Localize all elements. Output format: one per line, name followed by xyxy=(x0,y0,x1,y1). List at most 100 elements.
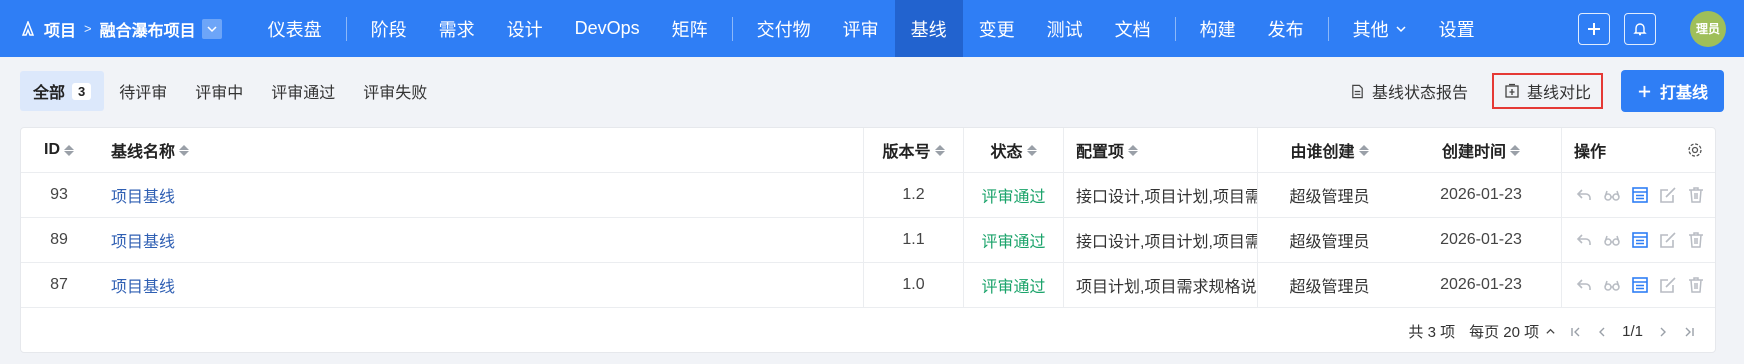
last-page-icon[interactable] xyxy=(1683,326,1695,338)
glasses-icon[interactable] xyxy=(1602,275,1622,295)
nav-other[interactable]: 其他 xyxy=(1337,0,1423,57)
glasses-icon[interactable] xyxy=(1602,230,1622,250)
status-badge: 评审通过 xyxy=(963,263,1063,307)
document-icon xyxy=(1352,84,1363,98)
nav-baseline[interactable]: 基线 xyxy=(894,0,963,57)
nav-settings[interactable]: 设置 xyxy=(1423,0,1491,57)
baseline-table: ID 基线名称 版本号 状态 配置项 由谁创建 创建时间 操作 93 项目基线 … xyxy=(20,127,1716,353)
page-size-select[interactable]: 每页 20 项 xyxy=(1469,321,1556,342)
nav-build[interactable]: 构建 xyxy=(1184,0,1252,57)
sort-icon xyxy=(64,144,74,156)
nav-test[interactable]: 测试 xyxy=(1031,0,1099,57)
row-actions xyxy=(1574,185,1706,205)
sort-icon xyxy=(1026,144,1037,156)
trash-icon[interactable] xyxy=(1686,230,1706,250)
nav-release[interactable]: 发布 xyxy=(1252,0,1320,57)
nav-matrix[interactable]: 矩阵 xyxy=(656,0,724,57)
row-actions xyxy=(1574,230,1706,250)
header-name[interactable]: 基线名称 xyxy=(97,128,863,172)
create-baseline-button[interactable]: 打基线 xyxy=(1620,70,1724,112)
chevron-up-icon xyxy=(1546,328,1555,334)
tab-pending-review[interactable]: 待评审 xyxy=(106,71,180,111)
tab-review-passed[interactable]: 评审通过 xyxy=(258,71,348,111)
header-config[interactable]: 配置项 xyxy=(1063,128,1257,172)
nav-requirements[interactable]: 需求 xyxy=(423,0,491,57)
notification-button[interactable] xyxy=(1624,12,1656,45)
project-icon xyxy=(20,20,38,38)
breadcrumb-root[interactable]: 项目 xyxy=(44,17,76,41)
page-size-label: 每页 20 项 xyxy=(1469,324,1540,341)
nav-dashboard[interactable]: 仪表盘 xyxy=(252,0,338,57)
avatar[interactable]: 理员 xyxy=(1690,10,1726,47)
nav-divider xyxy=(345,16,347,41)
status-filter-tabs: 全部 3 待评审 评审中 评审通过 评审失败 xyxy=(20,71,440,111)
sort-icon xyxy=(179,144,190,156)
sort-icon xyxy=(1510,144,1520,156)
next-page-icon[interactable] xyxy=(1657,326,1669,338)
baseline-name-link[interactable]: 项目基线 xyxy=(111,183,175,207)
edit-icon[interactable] xyxy=(1658,185,1678,205)
first-page-icon[interactable] xyxy=(1570,326,1582,338)
create-button[interactable] xyxy=(1578,12,1610,45)
nav-deliverables[interactable]: 交付物 xyxy=(741,0,827,57)
table-row[interactable]: 89 项目基线 1.1 评审通过 接口设计,项目计划,项目需 超级管理员 202… xyxy=(21,218,1715,263)
cell-config: 项目计划,项目需求规格说 xyxy=(1063,263,1257,307)
tab-review-failed[interactable]: 评审失败 xyxy=(350,71,440,111)
cell-id: 93 xyxy=(50,186,68,203)
status-badge: 评审通过 xyxy=(963,173,1063,217)
table-row[interactable]: 87 项目基线 1.0 评审通过 项目计划,项目需求规格说 超级管理员 2026… xyxy=(21,263,1715,308)
list-icon[interactable] xyxy=(1630,275,1650,295)
cell-time: 2026-01-23 xyxy=(1440,276,1522,293)
header-time[interactable]: 创建时间 xyxy=(1401,128,1561,172)
trash-icon[interactable] xyxy=(1686,275,1706,295)
compare-icon xyxy=(1505,83,1519,98)
row-actions xyxy=(1574,275,1706,295)
baseline-compare-label: 基线对比 xyxy=(1526,85,1591,102)
project-breadcrumb: 项目 > 融合瀑布项目 xyxy=(0,0,222,57)
edit-icon[interactable] xyxy=(1658,275,1678,295)
header-creator[interactable]: 由谁创建 xyxy=(1257,128,1401,172)
list-icon[interactable] xyxy=(1630,185,1650,205)
nav-docs[interactable]: 文档 xyxy=(1099,0,1167,57)
baseline-status-report-button[interactable]: 基线状态报告 xyxy=(1340,73,1478,109)
prev-page-icon[interactable] xyxy=(1596,326,1608,338)
table-row[interactable]: 93 项目基线 1.2 评审通过 接口设计,项目计划,项目需 超级管理员 202… xyxy=(21,173,1715,218)
nav-divider xyxy=(1174,16,1176,41)
tab-all-label: 全部 xyxy=(33,85,66,102)
revert-icon[interactable] xyxy=(1574,185,1594,205)
header-ops: 操作 xyxy=(1561,128,1715,172)
nav-change[interactable]: 变更 xyxy=(963,0,1031,57)
cell-version: 1.1 xyxy=(863,218,963,262)
header-version[interactable]: 版本号 xyxy=(863,128,963,172)
cell-time: 2026-01-23 xyxy=(1440,186,1522,203)
baseline-name-link[interactable]: 项目基线 xyxy=(111,228,175,252)
list-icon[interactable] xyxy=(1630,230,1650,250)
main-nav: 仪表盘 阶段 需求 设计 DevOps 矩阵 交付物 评审 基线 变更 测试 文… xyxy=(252,0,1491,57)
project-switch-dropdown[interactable] xyxy=(201,18,222,39)
nav-actions: 理员 xyxy=(1578,0,1726,57)
revert-icon[interactable] xyxy=(1574,230,1594,250)
tab-all[interactable]: 全部 3 xyxy=(20,71,105,111)
tab-in-review[interactable]: 评审中 xyxy=(182,71,256,111)
cell-id: 87 xyxy=(50,276,68,293)
nav-stage[interactable]: 阶段 xyxy=(355,0,423,57)
baseline-status-report-label: 基线状态报告 xyxy=(1371,85,1468,102)
nav-design[interactable]: 设计 xyxy=(491,0,559,57)
revert-icon[interactable] xyxy=(1574,275,1594,295)
sort-icon xyxy=(934,144,945,156)
plus-icon xyxy=(1638,85,1651,97)
gear-icon[interactable] xyxy=(1687,142,1703,158)
chevron-down-icon xyxy=(1396,25,1406,32)
nav-devops[interactable]: DevOps xyxy=(559,0,656,57)
header-id[interactable]: ID xyxy=(21,128,97,172)
baseline-name-link[interactable]: 项目基线 xyxy=(111,273,175,297)
page-indicator: 1/1 xyxy=(1622,323,1643,340)
trash-icon[interactable] xyxy=(1686,185,1706,205)
edit-icon[interactable] xyxy=(1658,230,1678,250)
breadcrumb-project[interactable]: 融合瀑布项目 xyxy=(100,17,196,41)
glasses-icon[interactable] xyxy=(1602,185,1622,205)
header-status[interactable]: 状态 xyxy=(963,128,1063,172)
baseline-compare-button[interactable]: 基线对比 xyxy=(1491,73,1603,109)
nav-review[interactable]: 评审 xyxy=(827,0,895,57)
toolbar: 全部 3 待评审 评审中 评审通过 评审失败 基线状态报告 基线对比 打基线 xyxy=(0,57,1744,125)
